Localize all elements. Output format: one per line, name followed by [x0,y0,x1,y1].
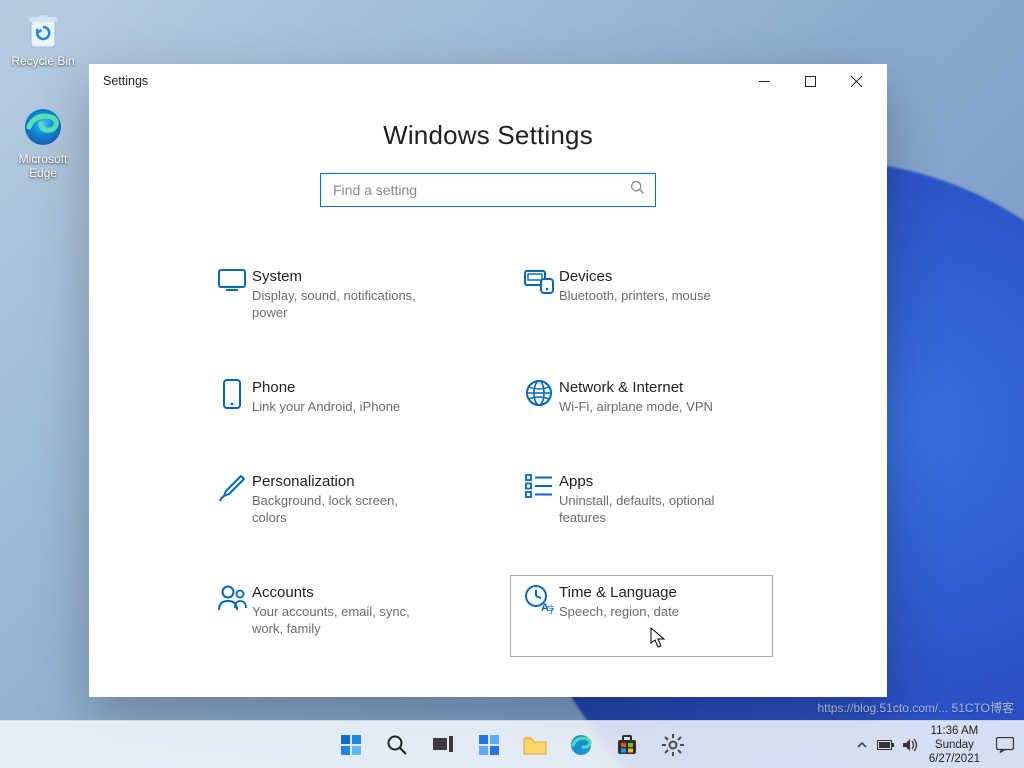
clock-day: Sunday [929,738,980,752]
accounts-icon [212,584,252,620]
edge-icon [20,104,66,150]
notifications-button[interactable] [988,725,1022,765]
maximize-button[interactable] [787,66,833,96]
recycle-bin-icon [20,6,66,52]
battery-icon[interactable] [875,725,897,765]
edge-taskbar-button[interactable] [561,725,601,765]
tile-title: Time & Language [559,584,764,601]
task-view-button[interactable] [423,725,463,765]
search-box[interactable] [320,173,656,207]
titlebar[interactable]: Settings [89,64,887,98]
paintbrush-icon [212,473,252,509]
tile-title: Phone [252,379,457,396]
phone-icon [212,379,252,415]
tile-title: Personalization [252,473,457,490]
tile-subtitle: Display, sound, notifications, power [252,287,432,321]
tile-title: System [252,268,457,285]
tile-subtitle: Link your Android, iPhone [252,398,432,415]
tile-subtitle: Speech, region, date [559,603,739,620]
tile-phone[interactable]: Phone Link your Android, iPhone [203,370,466,424]
window-title: Settings [103,74,741,88]
settings-window: Settings Windows Settings System Display… [89,64,887,697]
tile-title: Network & Internet [559,379,764,396]
settings-grid: System Display, sound, notifications, po… [203,259,773,657]
apps-list-icon [519,473,559,509]
tile-apps[interactable]: Apps Uninstall, defaults, optional featu… [510,464,773,535]
search-icon [630,180,645,200]
svg-text:字: 字 [547,604,554,614]
watermark: https://blog.51cto.com/... 51CTO博客 [817,699,1014,716]
search-input[interactable] [333,182,630,198]
store-button[interactable] [607,725,647,765]
taskbar: 11:36 AM Sunday 6/27/2021 [0,720,1024,768]
devices-icon [519,268,559,304]
file-explorer-button[interactable] [515,725,555,765]
desktop-icon-recycle-bin[interactable]: Recycle Bin [6,6,80,68]
settings-taskbar-button[interactable] [653,725,693,765]
widgets-button[interactable] [469,725,509,765]
show-hidden-icons-button[interactable] [851,725,873,765]
tile-subtitle: Uninstall, defaults, optional features [559,492,739,526]
system-icon [212,268,252,304]
taskbar-clock[interactable]: 11:36 AM Sunday 6/27/2021 [923,724,986,766]
tile-time-language[interactable]: A 字 Time & Language Speech, region, date [510,575,773,657]
close-button[interactable] [833,66,879,96]
globe-icon [519,379,559,415]
start-button[interactable] [331,725,371,765]
tile-personalization[interactable]: Personalization Background, lock screen,… [203,464,466,535]
tile-network[interactable]: Network & Internet Wi-Fi, airplane mode,… [510,370,773,424]
desktop-icon-label: Recycle Bin [11,54,74,68]
volume-icon[interactable] [899,725,921,765]
time-language-icon: A 字 [519,584,559,620]
tile-subtitle: Bluetooth, printers, mouse [559,287,739,304]
desktop-icon-label: Microsoft Edge [19,152,68,180]
tile-subtitle: Wi-Fi, airplane mode, VPN [559,398,739,415]
taskbar-search-button[interactable] [377,725,417,765]
clock-time: 11:36 AM [929,724,980,738]
desktop-icon-edge[interactable]: Microsoft Edge [6,104,80,180]
minimize-button[interactable] [741,66,787,96]
tile-system[interactable]: System Display, sound, notifications, po… [203,259,466,330]
tile-subtitle: Background, lock screen, colors [252,492,432,526]
tile-accounts[interactable]: Accounts Your accounts, email, sync, wor… [203,575,466,657]
page-title: Windows Settings [89,120,887,151]
tile-subtitle: Your accounts, email, sync, work, family [252,603,432,637]
tile-title: Apps [559,473,764,490]
tile-title: Devices [559,268,764,285]
clock-date: 6/27/2021 [929,752,980,766]
tile-title: Accounts [252,584,457,601]
tile-devices[interactable]: Devices Bluetooth, printers, mouse [510,259,773,330]
